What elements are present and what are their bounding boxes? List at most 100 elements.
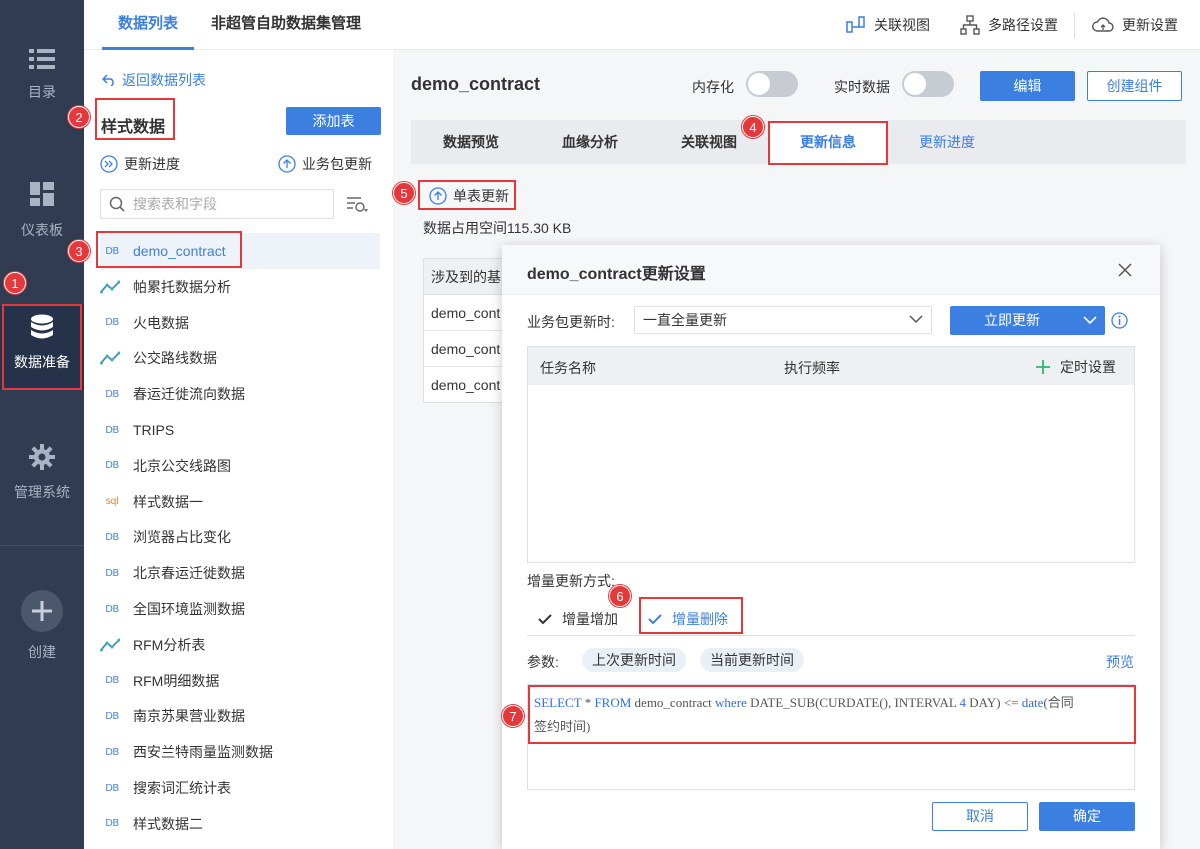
cancel-button[interactable]: 取消 (932, 802, 1028, 831)
back-to-list-link[interactable]: 返回数据列表 (102, 70, 206, 90)
hierarchy-icon (960, 15, 980, 35)
relation-view-button[interactable]: 关联视图 (846, 0, 930, 50)
package-update-link[interactable]: 业务包更新 (278, 154, 372, 174)
database-table-icon: DB (105, 746, 119, 758)
table-list-item-label: 全国环境监测数据 (133, 601, 245, 617)
highlight-box-1 (2, 304, 82, 390)
table-list-item[interactable]: DB RFM明细数据 (100, 663, 380, 699)
search-placeholder: 搜索表和字段 (133, 196, 217, 212)
base-table-row: demo_cont (431, 377, 501, 393)
schedule-settings-label: 定时设置 (1060, 359, 1116, 375)
update-settings-button[interactable]: 更新设置 (1092, 0, 1178, 50)
add-table-button[interactable]: 添加表 (286, 107, 381, 135)
table-list-item[interactable]: DB 搜索词汇统计表 (100, 770, 380, 806)
confirm-button[interactable]: 确定 (1039, 802, 1135, 831)
package-update-field-label: 业务包更新时: (527, 314, 615, 330)
chevron-down-icon (909, 315, 923, 324)
table-list-item[interactable]: 帕累托数据分析 (100, 269, 380, 305)
highlight-box-5 (418, 180, 516, 210)
table-title: demo_contract (411, 74, 541, 94)
step-badge-5: 5 (393, 182, 415, 204)
table-list-item[interactable]: DB 春运迁徙流向数据 (100, 376, 380, 412)
step-badge-7: 7 (502, 705, 524, 727)
params-label: 参数: (527, 654, 559, 670)
nav-item-create[interactable]: 创建 (0, 590, 84, 662)
edit-button[interactable]: 编辑 (980, 71, 1075, 101)
realtime-toggle[interactable] (902, 71, 954, 97)
main-nav: 目录 仪表板 数据准备 1 管理系统 创建 (0, 0, 84, 849)
back-arrow-icon (102, 74, 114, 86)
relation-view-label: 关联视图 (874, 17, 930, 33)
highlight-box-2 (95, 98, 175, 140)
table-list-item[interactable]: DB 西安兰特雨量监测数据 (100, 734, 380, 770)
close-button[interactable] (1118, 263, 1132, 277)
nav-item-catalog[interactable]: 目录 (0, 48, 84, 102)
step-badge-1: 1 (4, 272, 26, 294)
base-table-header: 涉及到的基 (424, 259, 512, 295)
database-table-icon: DB (105, 460, 119, 472)
table-list-item-label: 浏览器占比变化 (133, 529, 231, 546)
database-table-icon: DB (105, 317, 119, 329)
tab-relation-view[interactable]: 关联视图 (681, 120, 737, 164)
create-component-button[interactable]: 创建组件 (1087, 71, 1182, 101)
update-now-button[interactable]: 立即更新 (950, 306, 1105, 335)
step-badge-3: 3 (68, 240, 90, 262)
database-table-icon: DB (105, 782, 119, 794)
package-update-select[interactable]: 一直全量更新 (634, 306, 932, 334)
filter-sort-button[interactable] (346, 195, 370, 215)
highlight-box-6 (639, 597, 743, 634)
search-input[interactable]: 搜索表和字段 (100, 189, 334, 219)
incremental-add-tab[interactable]: 增量增加 (538, 609, 618, 629)
table-list-item-label: 搜索词汇统计表 (133, 780, 231, 796)
table-list-item[interactable]: DB TRIPS (100, 412, 380, 448)
param-last-update-chip[interactable]: 上次更新时间 (582, 648, 686, 672)
tab-update-progress[interactable]: 更新进度 (919, 120, 975, 164)
update-progress-link[interactable]: 更新进度 (100, 154, 180, 174)
table-list-item[interactable]: DB 全国环境监测数据 (100, 591, 380, 627)
info-button[interactable] (1111, 312, 1128, 329)
update-progress-label: 更新进度 (124, 156, 180, 172)
nav-divider (0, 545, 84, 546)
chevron-down-icon[interactable] (1083, 316, 1097, 325)
tab-data-preview[interactable]: 数据预览 (443, 120, 499, 164)
table-list-item[interactable]: sql 样式数据一 (100, 484, 380, 520)
realtime-label: 实时数据 (834, 79, 890, 95)
analysis-table-icon (100, 280, 124, 294)
table-list-item[interactable]: DB 浏览器占比变化 (100, 519, 380, 555)
database-table-icon: DB (105, 818, 119, 830)
table-list-item[interactable]: DB 北京公交线路图 (100, 448, 380, 484)
list-icon (29, 49, 55, 69)
table-list-item[interactable]: RFM分析表 (100, 627, 380, 663)
analysis-table-icon (100, 351, 124, 365)
step-badge-6: 6 (609, 585, 631, 607)
nav-item-admin[interactable]: 管理系统 (0, 444, 84, 502)
schedule-settings-button[interactable]: 定时设置 (1036, 357, 1116, 377)
tab-self-service-datasets[interactable]: 非超管自助数据集管理 (211, 0, 361, 50)
progress-icon (100, 155, 118, 173)
multipath-settings-button[interactable]: 多路径设置 (960, 0, 1058, 50)
multipath-label: 多路径设置 (988, 17, 1058, 33)
step-badge-4: 4 (742, 116, 764, 138)
table-list-item[interactable]: DB 火电数据 (100, 305, 380, 341)
dashboard-icon (30, 182, 54, 206)
nav-item-dashboard[interactable]: 仪表板 (0, 182, 84, 240)
table-list-item[interactable]: 公交路线数据 (100, 340, 380, 376)
table-list-item-label: 样式数据二 (133, 815, 203, 832)
gear-icon (29, 444, 55, 470)
table-list-item-label: RFM明细数据 (133, 672, 220, 689)
table-list-item-label: 北京春运迁徙数据 (133, 565, 245, 582)
param-current-update-chip[interactable]: 当前更新时间 (700, 648, 804, 672)
base-table-row: demo_cont (424, 331, 512, 367)
memory-toggle[interactable] (746, 71, 798, 97)
table-list-item-label: 公交路线数据 (133, 350, 217, 367)
nav-label: 创建 (28, 644, 56, 660)
tab-data-list[interactable]: 数据列表 (118, 0, 178, 50)
table-list-item[interactable]: DB 样式数据二 (100, 806, 380, 842)
package-update-label: 业务包更新 (302, 156, 372, 172)
tab-lineage[interactable]: 血缘分析 (562, 120, 618, 164)
table-list-item[interactable]: DB 南京苏果营业数据 (100, 698, 380, 734)
preview-link[interactable]: 预览 (1106, 652, 1134, 672)
table-list-item[interactable]: DB 北京春运迁徙数据 (100, 555, 380, 591)
incremental-mode-label: 增量更新方式: (527, 573, 615, 589)
table-list-panel: 返回数据列表 样式数据 2 添加表 更新进度 业务包更新 搜索表和字段 DB de… (68, 50, 393, 849)
